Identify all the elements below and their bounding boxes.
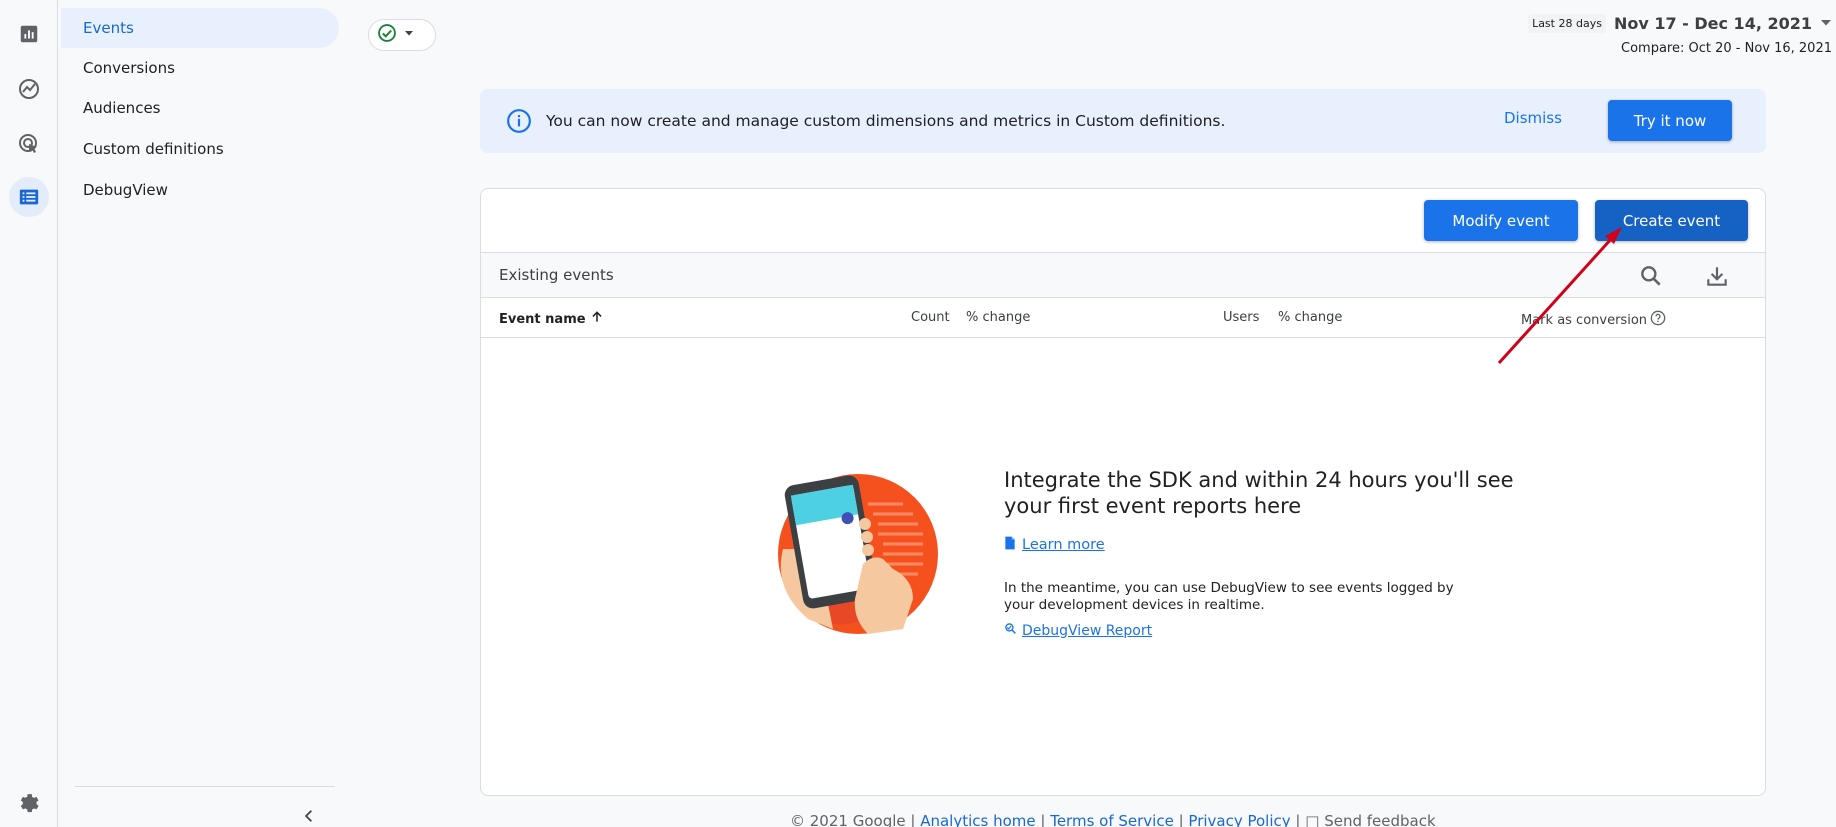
copyright-text: © 2021 Google [790, 812, 906, 827]
chevron-down-icon [403, 26, 415, 44]
column-event-name[interactable]: Event name [499, 310, 604, 328]
learn-more-label: Learn more [1022, 537, 1105, 553]
nav-item-audiences[interactable]: Audiences [61, 88, 339, 128]
banner-message: You can now create and manage custom dim… [546, 112, 1226, 130]
nav-item-label: DebugView [83, 181, 168, 199]
compare-range-text: Compare: Oct 20 - Nov 16, 2021 [1621, 41, 1832, 56]
events-card: Modify event Create event Existing event… [480, 188, 1766, 796]
nav-item-debugview[interactable]: DebugView [61, 170, 339, 210]
configure-subnav: Events Conversions Audiences Custom defi… [59, 0, 349, 827]
document-icon [1004, 536, 1016, 554]
column-label: Mark as conversion [1521, 312, 1648, 328]
nav-item-custom-definitions[interactable]: Custom definitions [61, 129, 339, 169]
terms-of-service-link[interactable]: Terms of Service [1050, 812, 1174, 827]
try-it-now-button[interactable]: Try it now [1608, 100, 1732, 141]
collapse-nav-chevron-icon[interactable] [297, 804, 321, 827]
sdk-phone-illustration [773, 469, 943, 639]
empty-state-title: Integrate the SDK and within 24 hours yo… [1004, 468, 1514, 518]
info-icon [506, 108, 532, 134]
nav-item-label: Conversions [83, 59, 175, 77]
section-title: Existing events [499, 266, 614, 284]
column-mark-as-conversion[interactable]: Mark as conversion [1521, 310, 1666, 330]
learn-more-link[interactable]: Learn more [1004, 536, 1105, 554]
existing-events-header: Existing events [481, 253, 1765, 298]
date-preset-chip: Last 28 days [1528, 14, 1606, 33]
date-range-picker[interactable]: Last 28 days Nov 17 - Dec 14, 2021 Compa… [1528, 14, 1832, 56]
events-toolbar: Modify event Create event [481, 189, 1765, 253]
nav-item-conversions[interactable]: Conversions [61, 48, 339, 88]
nav-item-label: Events [83, 19, 134, 37]
nav-item-label: Audiences [83, 99, 161, 117]
sort-ascending-icon [590, 310, 604, 328]
admin-gear-icon[interactable] [9, 782, 49, 822]
events-table-header: Event name Count % change Users % change… [481, 298, 1765, 338]
modify-event-button[interactable]: Modify event [1424, 200, 1578, 241]
nav-divider [75, 786, 335, 787]
date-range-text: Nov 17 - Dec 14, 2021 [1613, 14, 1812, 33]
left-rail [0, 0, 58, 827]
debugview-report-label: DebugView Report [1022, 622, 1153, 639]
column-count-change[interactable]: % change [966, 310, 1030, 325]
send-feedback-link[interactable]: Send feedback [1324, 812, 1435, 827]
help-icon[interactable] [1650, 310, 1666, 330]
custom-definitions-banner: You can now create and manage custom dim… [480, 89, 1766, 153]
search-icon[interactable] [1638, 263, 1664, 289]
feedback-icon: □ [1305, 812, 1320, 827]
nav-item-label: Custom definitions [83, 140, 224, 158]
column-label: Event name [499, 311, 586, 327]
create-event-button[interactable]: Create event [1595, 200, 1748, 241]
reports-icon[interactable] [9, 14, 49, 54]
explore-icon[interactable] [9, 69, 49, 109]
check-circle-icon [377, 23, 397, 48]
data-status-chip[interactable] [368, 19, 436, 51]
download-icon[interactable] [1704, 263, 1730, 289]
column-users-change[interactable]: % change [1278, 310, 1342, 325]
column-users[interactable]: Users [1223, 310, 1259, 325]
debug-search-icon [1004, 622, 1017, 639]
date-dropdown-icon [1820, 15, 1832, 33]
advertising-icon[interactable] [9, 124, 49, 164]
nav-item-events[interactable]: Events [61, 8, 339, 48]
debugview-report-link[interactable]: DebugView Report [1004, 622, 1152, 639]
page-footer: © 2021 Google | Analytics home | Terms o… [790, 812, 1436, 827]
analytics-home-link[interactable]: Analytics home [920, 812, 1035, 827]
empty-state-description: In the meantime, you can use DebugView t… [1004, 580, 1454, 613]
dismiss-button[interactable]: Dismiss [1504, 109, 1562, 127]
privacy-policy-link[interactable]: Privacy Policy [1188, 812, 1290, 827]
configure-icon[interactable] [9, 177, 49, 217]
column-count[interactable]: Count [911, 310, 950, 325]
